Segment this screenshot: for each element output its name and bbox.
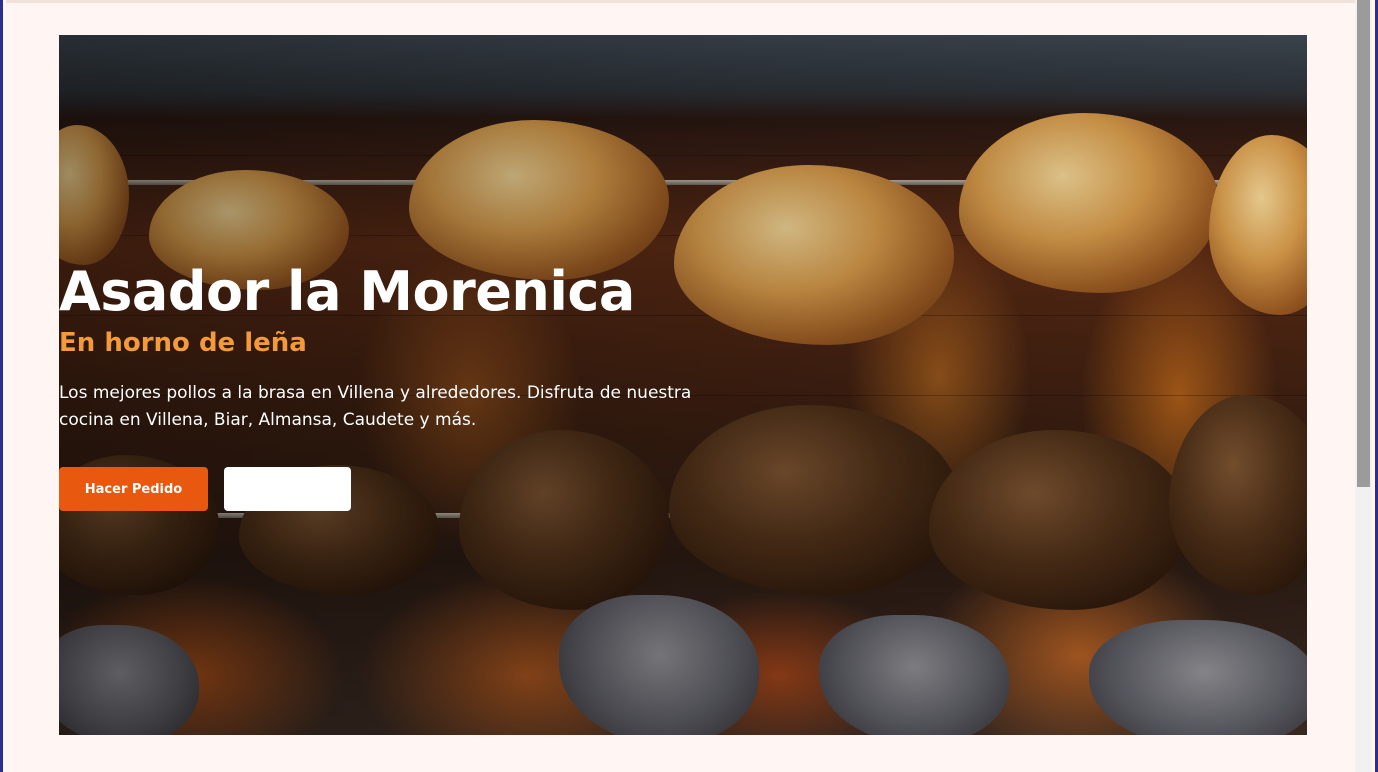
view-menu-button[interactable]: Ver Menú — [224, 467, 351, 511]
hero-subtitle: En horno de leña — [59, 328, 307, 358]
top-divider — [6, 0, 1358, 3]
hero-description: Los mejores pollos a la brasa en Villena… — [59, 383, 692, 430]
order-button[interactable]: Hacer Pedido — [59, 467, 208, 511]
vertical-scrollbar[interactable] — [1355, 0, 1372, 772]
scrollbar-thumb[interactable] — [1357, 0, 1370, 487]
browser-window: Asador la Morenica En horno de leña Los … — [0, 0, 1378, 772]
hero-actions: Hacer Pedido Ver Menú — [59, 467, 351, 511]
hero-content: Asador la Morenica En horno de leña Los … — [59, 258, 759, 434]
hero-title: Asador la Morenica — [59, 260, 635, 323]
